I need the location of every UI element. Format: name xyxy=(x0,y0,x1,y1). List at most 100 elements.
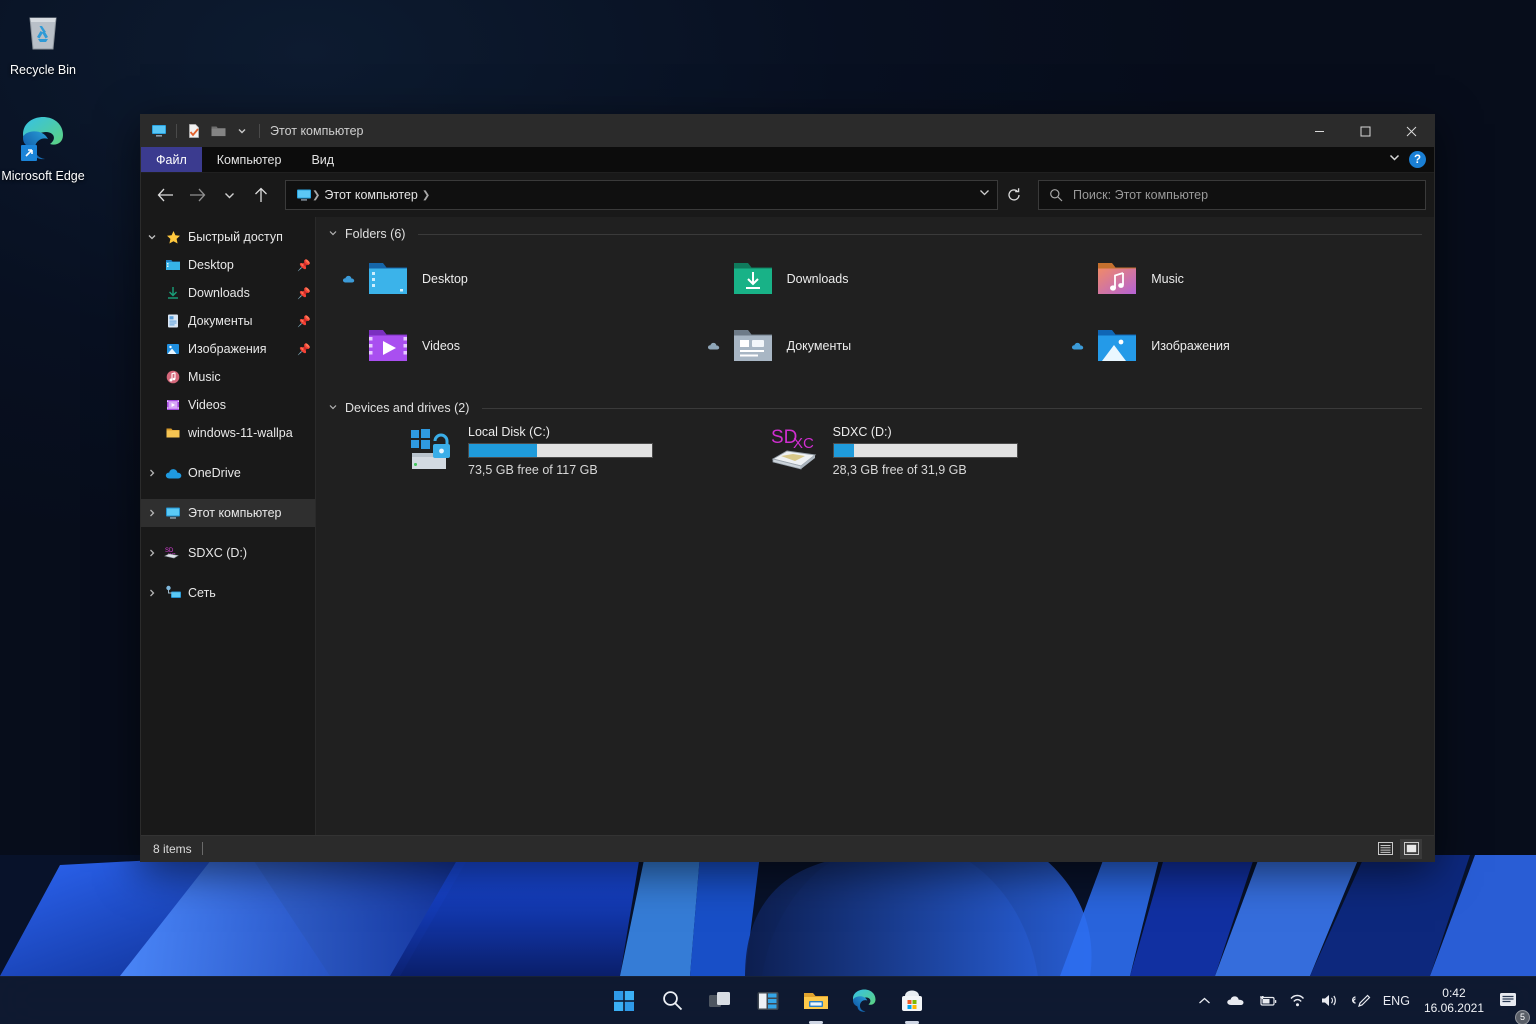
tile-documents[interactable]: Документы xyxy=(693,312,1058,379)
address-chevron-down-icon[interactable] xyxy=(978,186,991,204)
status-bar: 8 items xyxy=(141,835,1434,861)
sidebar-item-label: Документы xyxy=(188,314,252,328)
breadcrumb-separator-icon-2[interactable]: ❯ xyxy=(422,190,430,201)
close-button[interactable] xyxy=(1388,115,1434,147)
sidebar-item-music[interactable]: Music xyxy=(141,363,315,391)
sidebar-item-documents[interactable]: Документы 📌 xyxy=(141,307,315,335)
sdxc-drive-icon: SD XC xyxy=(771,423,827,473)
network-tray-button[interactable] xyxy=(1283,981,1314,1021)
pin-icon[interactable]: 📌 xyxy=(297,343,311,356)
large-icons-view-icon[interactable] xyxy=(1400,839,1422,859)
pen-menu-tray-button[interactable] xyxy=(1345,981,1377,1021)
group-header-folders[interactable]: Folders (6) xyxy=(328,227,1422,241)
recent-locations-button[interactable] xyxy=(213,179,245,211)
items-view[interactable]: Folders (6) xyxy=(316,217,1434,835)
search-input[interactable]: Поиск: Этот компьютер xyxy=(1073,188,1208,202)
new-folder-icon[interactable] xyxy=(207,120,229,142)
expand-ribbon-chevron-down-icon[interactable] xyxy=(1388,151,1401,169)
breadcrumb-item-this-pc[interactable]: Этот компьютер xyxy=(324,188,417,202)
taskbar-start-button[interactable] xyxy=(604,981,644,1021)
taskbar-task-view-button[interactable] xyxy=(700,981,740,1021)
tile-pictures[interactable]: Изображения xyxy=(1057,312,1422,379)
chevron-right-icon[interactable] xyxy=(141,588,163,598)
drive-info: SDXC (D:) 28,3 GB free of 31,9 GB xyxy=(833,423,1018,477)
refresh-button[interactable] xyxy=(998,179,1030,211)
sidebar-item-windows-11-wallpaper[interactable]: windows-11-wallpa xyxy=(141,419,315,447)
sidebar-item-desktop[interactable]: Desktop 📌 xyxy=(141,251,315,279)
group-header-devices-and-drives[interactable]: Devices and drives (2) xyxy=(328,401,1422,415)
sidebar-item-label: OneDrive xyxy=(188,466,241,480)
taskbar-file-explorer-button[interactable] xyxy=(796,981,836,1021)
back-button[interactable] xyxy=(149,179,181,211)
desktop-folder-icon xyxy=(163,257,183,273)
music-folder-icon xyxy=(1091,259,1143,299)
tile-desktop[interactable]: Desktop xyxy=(328,245,693,312)
this-pc-icon[interactable] xyxy=(148,120,170,142)
drive-free-text: 28,3 GB free of 31,9 GB xyxy=(833,463,1018,477)
taskbar-widgets-button[interactable] xyxy=(748,981,788,1021)
maximize-button[interactable] xyxy=(1342,115,1388,147)
help-button[interactable]: ? xyxy=(1409,151,1426,168)
up-button[interactable] xyxy=(245,179,277,211)
chevron-down-icon[interactable] xyxy=(328,402,338,414)
chevron-right-icon[interactable] xyxy=(141,508,163,518)
chevron-down-icon[interactable] xyxy=(141,232,163,242)
sidebar-item-downloads[interactable]: Downloads 📌 xyxy=(141,279,315,307)
sidebar-item-onedrive[interactable]: OneDrive xyxy=(141,459,315,487)
search-box[interactable]: Поиск: Этот компьютер xyxy=(1038,180,1426,210)
desktop-folder-icon xyxy=(362,259,414,299)
drive-sdxc-d[interactable]: SD XC SDXC (D:) xyxy=(693,423,1058,477)
pen-icon xyxy=(1351,993,1371,1009)
volume-tray-button[interactable] xyxy=(1314,981,1345,1021)
pin-icon[interactable]: 📌 xyxy=(297,287,311,300)
chevron-right-icon[interactable] xyxy=(141,468,163,478)
pin-icon[interactable]: 📌 xyxy=(297,259,311,272)
window-titlebar: Этот компьютер xyxy=(141,115,1434,147)
tile-music[interactable]: Music xyxy=(1057,245,1422,312)
onedrive-tray-button[interactable] xyxy=(1220,981,1251,1021)
group-rule xyxy=(418,234,1422,235)
desktop-icon-microsoft-edge[interactable]: Microsoft Edge xyxy=(0,112,86,184)
cloud-status-icon xyxy=(701,340,727,351)
window-title: Этот компьютер xyxy=(270,124,1296,138)
forward-button[interactable] xyxy=(181,179,213,211)
sidebar-item-pictures[interactable]: Изображения 📌 xyxy=(141,335,315,363)
desktop-icon-recycle-bin[interactable]: Recycle Bin xyxy=(0,6,86,78)
drive-local-disk-c[interactable]: Local Disk (C:) 73,5 GB free of 117 GB xyxy=(328,423,693,477)
pin-icon[interactable]: 📌 xyxy=(297,315,311,328)
sidebar-item-this-pc[interactable]: Этот компьютер xyxy=(141,499,315,527)
address-bar[interactable]: ❯ Этот компьютер ❯ xyxy=(285,180,998,210)
tab-computer[interactable]: Компьютер xyxy=(202,147,297,172)
notifications-button[interactable]: 5 xyxy=(1492,981,1526,1021)
drive-info: Local Disk (C:) 73,5 GB free of 117 GB xyxy=(468,423,653,477)
minimize-button[interactable] xyxy=(1296,115,1342,147)
sidebar-spacer-4 xyxy=(141,567,315,579)
chevron-right-icon[interactable] xyxy=(141,548,163,558)
taskbar-search-button[interactable] xyxy=(652,981,692,1021)
tile-videos[interactable]: Videos xyxy=(328,312,693,379)
language-label: ENG xyxy=(1383,994,1410,1008)
capacity-bar-fill xyxy=(834,444,854,457)
tab-view[interactable]: Вид xyxy=(296,147,349,172)
sidebar-spacer xyxy=(141,447,315,459)
clock[interactable]: 0:42 16.06.2021 xyxy=(1416,986,1492,1016)
sidebar-item-videos[interactable]: Videos xyxy=(141,391,315,419)
taskbar-microsoft-store-button[interactable] xyxy=(892,981,932,1021)
taskbar-edge-button[interactable] xyxy=(844,981,884,1021)
sidebar-item-sdxc-d[interactable]: SD XC SDXC (D:) xyxy=(141,539,315,567)
battery-tray-button[interactable] xyxy=(1251,981,1283,1021)
sidebar-item-network[interactable]: Сеть xyxy=(141,579,315,607)
chevron-down-icon[interactable] xyxy=(231,120,253,142)
drive-free-text: 73,5 GB free of 117 GB xyxy=(468,463,653,477)
tile-downloads[interactable]: Downloads xyxy=(693,245,1058,312)
videos-folder-icon xyxy=(362,326,414,366)
tab-file[interactable]: Файл xyxy=(141,147,202,172)
show-hidden-icons-button[interactable] xyxy=(1190,981,1220,1021)
details-view-icon[interactable] xyxy=(1374,839,1396,859)
properties-icon[interactable] xyxy=(183,120,205,142)
capacity-bar xyxy=(833,443,1018,458)
language-indicator[interactable]: ENG xyxy=(1377,981,1416,1021)
sidebar-group-quick-access[interactable]: Быстрый доступ xyxy=(141,223,315,251)
chevron-down-icon[interactable] xyxy=(328,228,338,240)
quick-access-toolbar xyxy=(141,120,264,142)
